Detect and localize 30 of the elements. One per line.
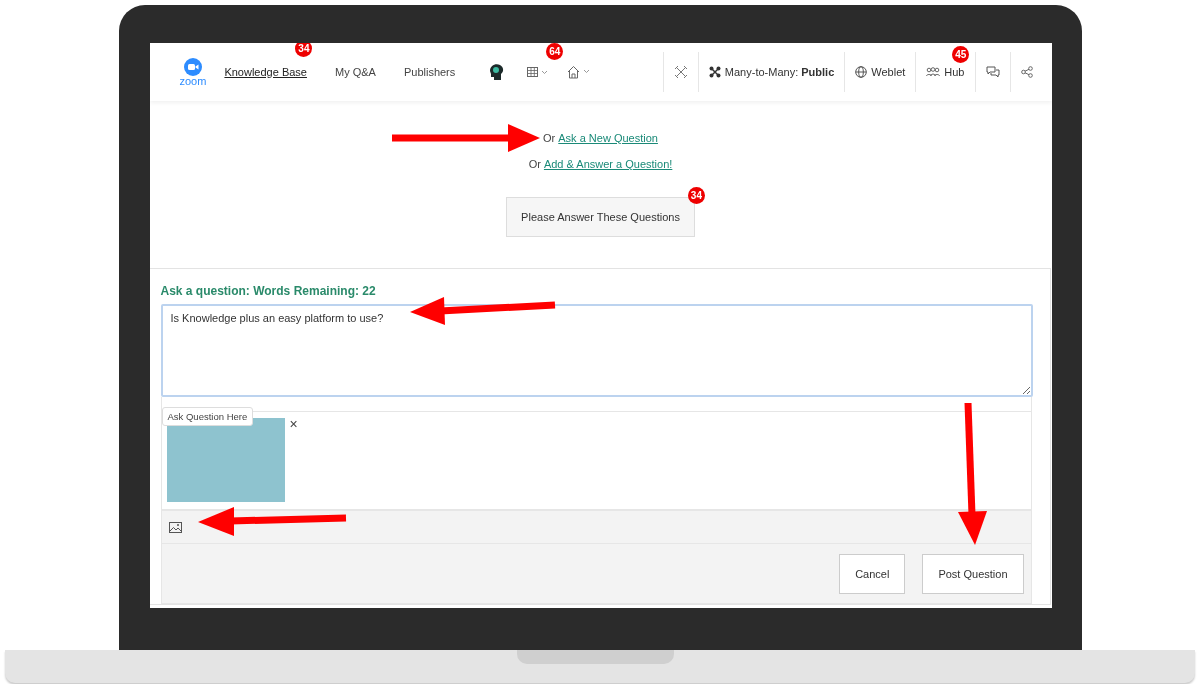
video-camera-icon — [183, 57, 202, 76]
logo-text: zoom — [179, 74, 207, 87]
nav-link[interactable]: Publishers — [403, 66, 456, 78]
count-badge: 64 — [546, 43, 564, 60]
people-icon — [926, 66, 941, 78]
head-icon[interactable] — [487, 62, 506, 82]
question-link[interactable]: Add & Answer a Question! — [543, 158, 673, 170]
chat-icon[interactable] — [985, 65, 1000, 79]
or-text: Or — [543, 132, 556, 144]
words-remaining-label: Ask a question: Words Remaining: 22 — [160, 284, 377, 298]
grid-dropdown-icon[interactable] — [527, 66, 550, 78]
post-question-button[interactable]: Post Question — [922, 553, 1024, 594]
network-icon — [708, 66, 721, 78]
count-badge: 34 — [687, 187, 705, 204]
share-icon[interactable] — [1020, 66, 1033, 78]
nav-link[interactable]: Knowledge Base — [224, 66, 307, 78]
image-icon[interactable] — [168, 521, 182, 533]
or-text: Or — [528, 158, 541, 170]
count-badge: 34 — [295, 43, 313, 57]
weblet-link[interactable]: Weblet — [871, 66, 906, 78]
count-badge: 45 — [952, 46, 970, 63]
question-input[interactable]: Is Knowledge plus an easy platform to use? — [160, 304, 1033, 397]
question-link[interactable]: Ask a New Question — [558, 132, 658, 144]
tooltip: Ask Question Here — [161, 407, 254, 426]
remove-image-button[interactable]: × — [289, 416, 298, 432]
hub-link[interactable]: Hub — [944, 66, 965, 78]
nav-link[interactable]: My Q&A — [334, 66, 376, 78]
sharing-mode-label[interactable]: Many-to-Many: Public — [724, 66, 835, 78]
globe-icon — [855, 66, 868, 78]
cancel-button[interactable]: Cancel — [839, 553, 906, 594]
